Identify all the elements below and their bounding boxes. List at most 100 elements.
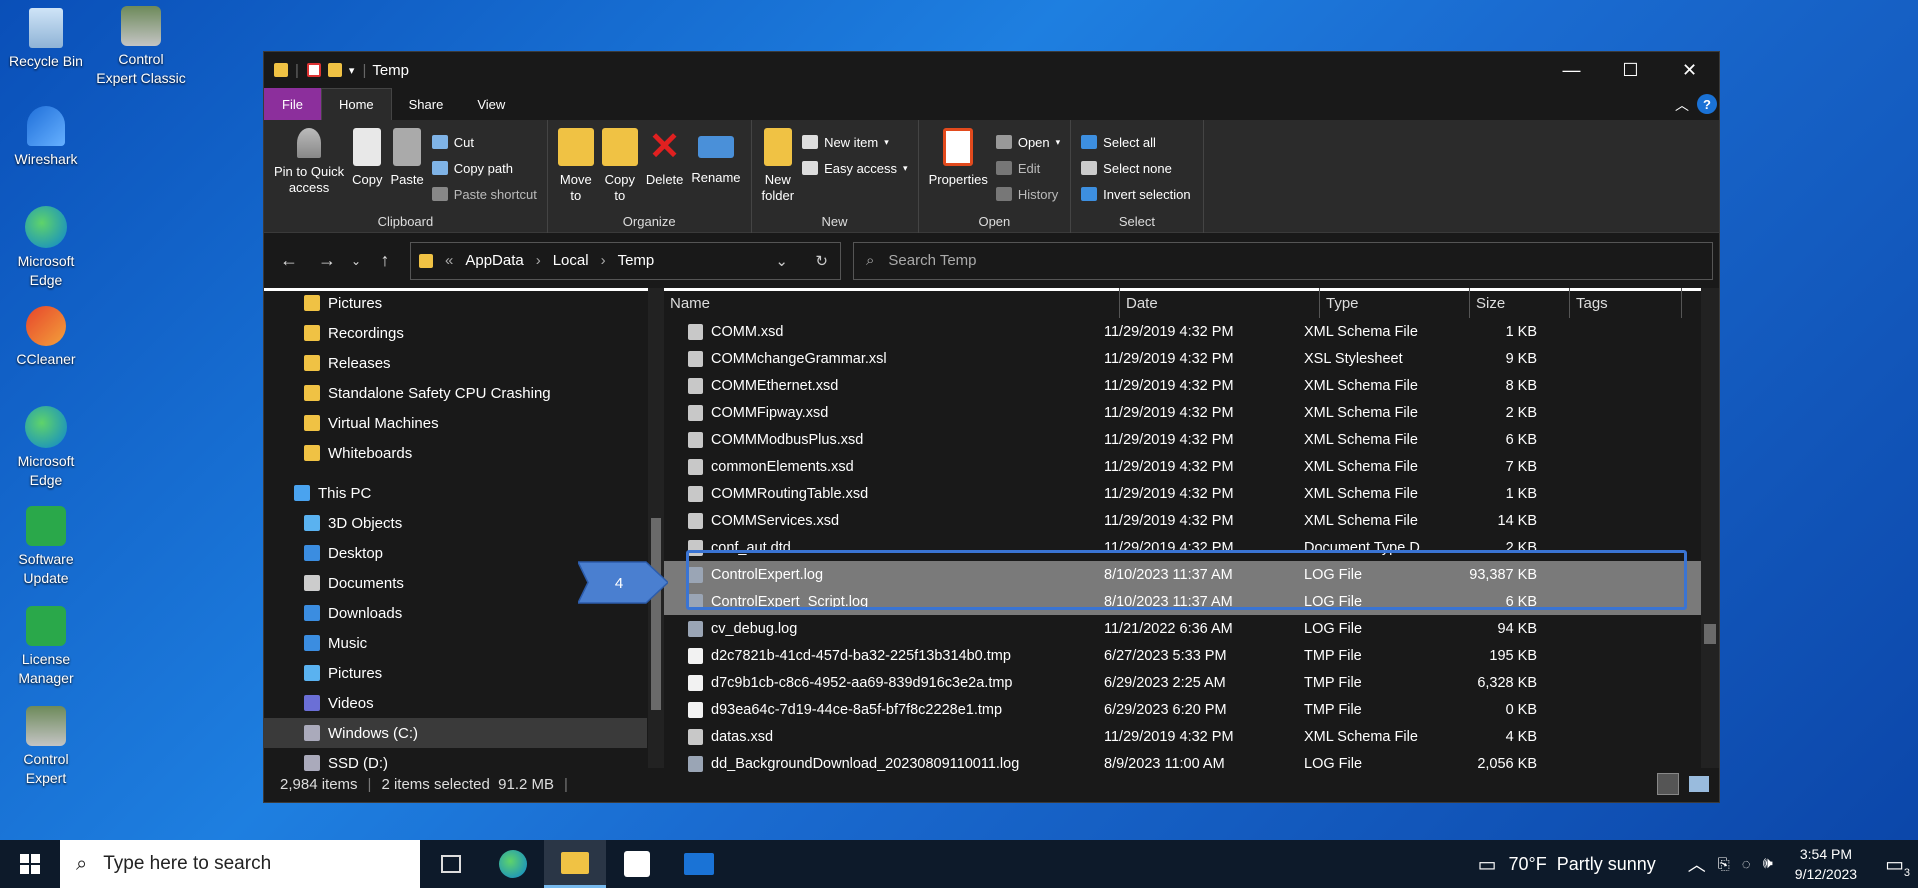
column-tags[interactable]: Tags — [1570, 288, 1682, 318]
file-row[interactable]: COMMRoutingTable.xsd 11/29/2019 4:32 PM XM… — [664, 480, 1719, 507]
history-button[interactable]: History — [995, 181, 1060, 207]
breadcrumb-overflow[interactable]: « — [445, 252, 453, 269]
nav-item-standalone-safety[interactable]: Standalone Safety CPU Crashing — [304, 378, 664, 408]
file-row[interactable]: cv_debug.log 11/21/2022 6:36 AM LOG File 94… — [664, 615, 1719, 642]
clock[interactable]: 3:54 PM 9/12/2023 — [1795, 844, 1857, 884]
tab-home[interactable]: Home — [320, 88, 392, 120]
taskbar-mail[interactable] — [668, 840, 730, 888]
maximize-button[interactable]: ☐ — [1601, 52, 1660, 88]
file-row[interactable]: COMMEthernet.xsd 11/29/2019 4:32 PM XML Sc… — [664, 372, 1719, 399]
file-row[interactable]: d93ea64c-7d19-44ce-8a5f-bf7f8c2228e1.tmp… — [664, 696, 1719, 723]
new-item-button[interactable]: New item ▾ — [802, 129, 908, 155]
refresh-icon[interactable]: ↻ — [815, 252, 828, 270]
up-arrow-icon[interactable]: ↑ — [366, 250, 404, 271]
recycle-bin-desktop-icon[interactable]: Recycle Bin — [0, 8, 94, 71]
tab-file[interactable]: File — [264, 88, 321, 120]
weather-text[interactable]: 70°F Partly sunny — [1509, 854, 1656, 875]
details-view-icon[interactable] — [1657, 773, 1679, 795]
properties-quick-icon[interactable] — [306, 63, 321, 77]
back-arrow-icon[interactable]: ← — [270, 250, 308, 271]
cut-button[interactable]: Cut — [431, 129, 537, 155]
file-name-cell[interactable]: d7c9b1cb-c8c6-4952-aa69-839d916c3e2a.tmp — [664, 674, 1097, 691]
file-name-cell[interactable]: COMMchangeGrammar.xsl — [664, 350, 1097, 367]
select-none-button[interactable]: Select none — [1081, 155, 1190, 181]
file-list-scrollbar[interactable] — [1701, 288, 1719, 768]
file-row[interactable]: datas.xsd 11/29/2019 4:32 PM XML Schema Fi… — [664, 723, 1719, 750]
column-date[interactable]: Date — [1120, 288, 1320, 318]
edge-desktop-icon[interactable]: Microsoft Edge — [0, 206, 94, 290]
file-name-cell[interactable]: commonElements.xsd — [664, 458, 1097, 475]
ccleaner-desktop-icon[interactable]: CCleaner — [0, 306, 94, 369]
file-name-cell[interactable]: COMMRoutingTable.xsd — [664, 485, 1097, 502]
new-folder-quick-icon[interactable] — [327, 63, 342, 77]
task-view-button[interactable] — [420, 840, 482, 888]
volume-icon[interactable]: 🕪 — [1763, 855, 1773, 873]
address-dropdown-chevron-icon[interactable]: ⌄ — [775, 252, 788, 270]
large-icons-view-icon[interactable] — [1689, 776, 1709, 792]
file-row[interactable]: COMMServices.xsd 11/29/2019 4:32 PM XML Sc… — [664, 507, 1719, 534]
file-row[interactable]: d7c9b1cb-c8c6-4952-aa69-839d916c3e2a.tmp… — [664, 669, 1719, 696]
nav-item-videos[interactable]: Videos — [304, 688, 664, 718]
file-name-cell[interactable]: datas.xsd — [664, 728, 1097, 745]
nav-item-pictures-pc[interactable]: Pictures — [304, 658, 664, 688]
recent-locations-chevron-icon[interactable]: ⌄ — [346, 254, 366, 268]
column-type[interactable]: Type — [1320, 288, 1470, 318]
wifi-icon[interactable]: ◌ — [1742, 856, 1751, 873]
nav-item-virtual-machines[interactable]: Virtual Machines — [304, 408, 664, 438]
column-name[interactable]: Name — [664, 288, 1120, 318]
nav-item-whiteboards[interactable]: Whiteboards — [304, 438, 664, 468]
search-box[interactable]: ⌕ Search Temp — [853, 241, 1713, 280]
start-button[interactable] — [0, 840, 60, 888]
file-name-cell[interactable]: d93ea64c-7d19-44ce-8a5f-bf7f8c2228e1.tmp — [664, 701, 1097, 718]
file-row[interactable]: COMMModbusPlus.xsd 11/29/2019 4:32 PM XML … — [664, 426, 1719, 453]
network-icon[interactable]: ⎘ — [1718, 856, 1730, 873]
close-button[interactable]: ✕ — [1660, 52, 1719, 88]
file-name-cell[interactable]: COMM.xsd — [664, 323, 1097, 340]
minimize-button[interactable]: — — [1542, 52, 1601, 88]
nav-item-windows-c[interactable]: Windows (C:) — [264, 718, 647, 748]
nav-item-3d-objects[interactable]: 3D Objects — [304, 508, 664, 538]
control-expert-classic-desktop-icon[interactable]: Control Expert Classic — [93, 6, 189, 88]
taskbar-edge[interactable] — [482, 840, 544, 888]
notifications-icon[interactable]: ▭ 3 — [1885, 852, 1910, 879]
file-row[interactable]: COMMFipway.xsd 11/29/2019 4:32 PM XML Sche… — [664, 399, 1719, 426]
nav-item-releases[interactable]: Releases — [304, 348, 664, 378]
taskbar-search-box[interactable]: ⌕ Type here to search — [60, 840, 420, 888]
customize-quick-access-icon[interactable]: ▾ — [349, 64, 355, 77]
taskbar-microsoft-store[interactable] — [606, 840, 668, 888]
nav-item-music[interactable]: Music — [304, 628, 664, 658]
file-name-cell[interactable]: COMMModbusPlus.xsd — [664, 431, 1097, 448]
nav-pane-scrollbar-thumb[interactable] — [651, 518, 661, 710]
file-name-cell[interactable]: COMMFipway.xsd — [664, 404, 1097, 421]
file-list-scrollbar-thumb[interactable] — [1704, 624, 1716, 644]
column-size[interactable]: Size — [1470, 288, 1570, 318]
file-name-cell[interactable]: cv_debug.log — [664, 620, 1097, 637]
address-bar[interactable]: « AppData › Local › Temp ⌄ ↻ — [410, 241, 841, 280]
nav-item-recordings[interactable]: Recordings — [304, 318, 664, 348]
copy-path-button[interactable]: Copy path — [431, 155, 537, 181]
edge-desktop-icon-2[interactable]: Microsoft Edge — [0, 406, 94, 490]
show-hidden-icons-chevron-icon[interactable]: ︿ — [1688, 851, 1706, 877]
file-name-cell[interactable]: COMMEthernet.xsd — [664, 377, 1097, 394]
file-name-cell[interactable]: COMMServices.xsd — [664, 512, 1097, 529]
breadcrumb-local[interactable]: Local — [553, 252, 589, 269]
software-update-desktop-icon[interactable]: Software Update — [0, 506, 94, 588]
weather-icon[interactable]: ▭ — [1478, 852, 1497, 877]
breadcrumb-appdata[interactable]: AppData — [465, 252, 523, 269]
forward-arrow-icon[interactable]: → — [308, 250, 346, 271]
license-manager-desktop-icon[interactable]: License Manager — [0, 606, 94, 688]
collapse-ribbon-icon[interactable]: ︿ — [1675, 95, 1689, 115]
tab-view[interactable]: View — [460, 88, 522, 120]
file-row[interactable]: d2c7821b-41cd-457d-ba32-225f13b314b0.tmp… — [664, 642, 1719, 669]
invert-selection-button[interactable]: Invert selection — [1081, 181, 1191, 207]
file-row[interactable]: COMM.xsd 11/29/2019 4:32 PM XML Schema Fil… — [664, 318, 1719, 345]
help-button[interactable]: ? — [1697, 94, 1717, 114]
select-all-button[interactable]: Select all — [1081, 129, 1190, 155]
taskbar-file-explorer[interactable] — [544, 840, 606, 888]
tab-share[interactable]: Share — [392, 88, 461, 120]
file-row[interactable]: commonElements.xsd 11/29/2019 4:32 PM XML … — [664, 453, 1719, 480]
breadcrumb-temp[interactable]: Temp — [618, 252, 655, 269]
easy-access-button[interactable]: Easy access ▾ — [802, 155, 908, 181]
nav-item-pictures[interactable]: Pictures — [304, 288, 664, 318]
file-row[interactable]: COMMchangeGrammar.xsl 11/29/2019 4:32 PM X… — [664, 345, 1719, 372]
